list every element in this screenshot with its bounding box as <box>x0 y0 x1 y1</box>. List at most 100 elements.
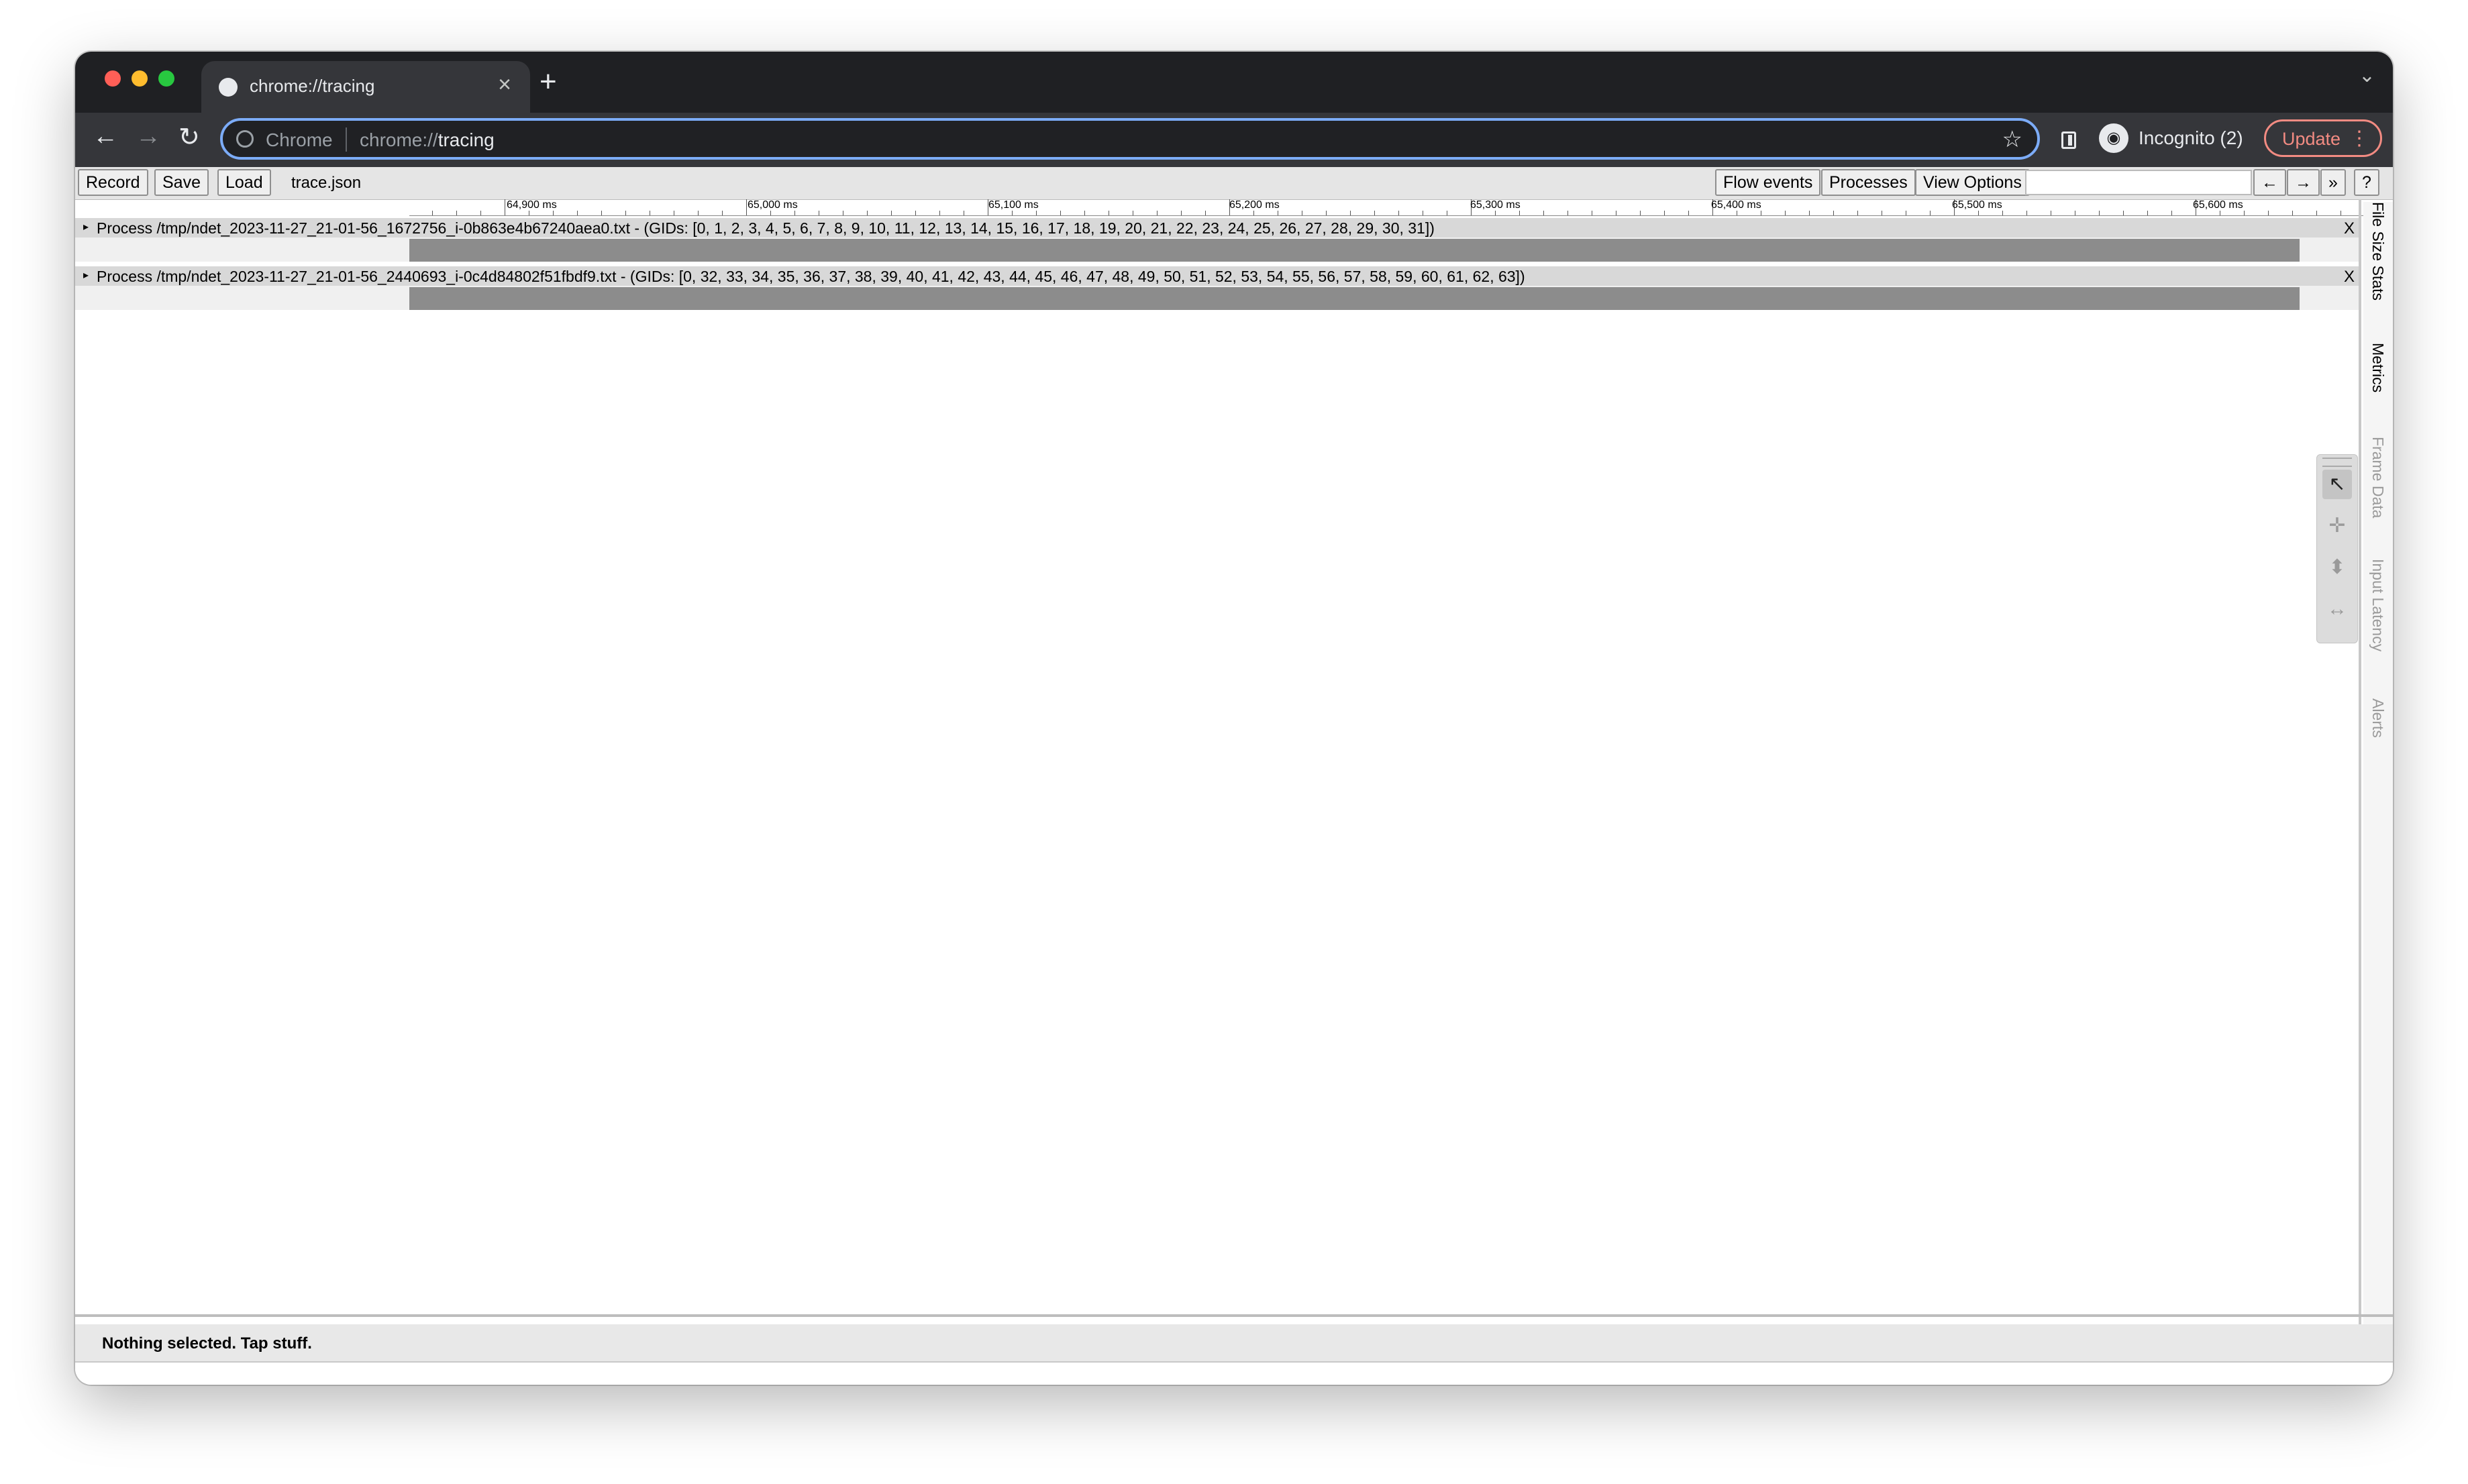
close-process-button[interactable]: X <box>2344 219 2355 238</box>
selection-status: Nothing selected. Tap stuff. <box>102 1334 312 1353</box>
url-text: chrome://tracing <box>360 129 495 151</box>
ruler-minor-tick <box>891 211 892 215</box>
browser-toolbar: ← → ↻ Chrome chrome://tracing ☆ ◉ Incogn… <box>75 113 2393 167</box>
ruler-minor-tick <box>1205 211 1206 215</box>
back-button[interactable]: ← <box>93 122 118 151</box>
ruler-minor-tick <box>456 211 457 215</box>
bookmark-star-icon[interactable]: ☆ <box>2002 126 2022 153</box>
record-button[interactable]: Record <box>78 169 148 196</box>
browser-window: chrome://tracing × + ⌄ ← → ↻ Chrome chro… <box>75 52 2393 1385</box>
ruler-tick-label: 64,900 ms <box>507 199 557 211</box>
expand-button[interactable]: » <box>2320 169 2346 196</box>
ruler-minor-tick <box>1785 211 1786 215</box>
close-window-button[interactable] <box>105 70 121 87</box>
find-next-button[interactable]: → <box>2287 169 2320 196</box>
ruler-minor-tick <box>1157 211 1158 215</box>
ruler-minor-tick <box>1688 211 1689 215</box>
ruler-minor-tick <box>1012 211 1013 215</box>
view-options-button[interactable]: View Options <box>1915 169 2030 196</box>
side-panel-tabs: File Size Stats Metrics Frame Data Input… <box>2363 202 2393 1342</box>
drag-handle[interactable] <box>2322 458 2352 467</box>
analysis-panel: Nothing selected. Tap stuff. <box>75 1324 2393 1363</box>
ruler-major-tick <box>746 199 747 215</box>
tab-close-icon[interactable]: × <box>498 72 511 98</box>
ruler-minor-tick <box>601 211 602 215</box>
globe-icon <box>219 78 238 97</box>
side-panel-divider[interactable] <box>2359 199 2361 1340</box>
update-button[interactable]: Update ⋮ <box>2264 119 2382 157</box>
ruler-minor-tick <box>1567 211 1568 215</box>
url-prefix: chrome:// <box>360 129 438 150</box>
title-bar: chrome://tracing × + ⌄ <box>75 52 2393 113</box>
incognito-icon[interactable]: ◉ <box>2099 123 2128 153</box>
ruler-tick-label: 65,100 ms <box>988 199 1039 211</box>
zoom-tool-icon[interactable]: ⬍ <box>2322 553 2352 582</box>
ruler-minor-tick <box>625 211 626 215</box>
process-label: Process /tmp/ndet_2023-11-27_21-01-56_16… <box>97 219 1435 237</box>
flow-events-button[interactable]: Flow events <box>1715 169 1821 196</box>
ruler-minor-tick <box>794 211 795 215</box>
ruler-minor-tick <box>722 211 723 215</box>
minimize-window-button[interactable] <box>132 70 148 87</box>
ruler-minor-tick <box>1060 211 1061 215</box>
incognito-label[interactable]: Incognito (2) <box>2139 127 2243 149</box>
tab-search-chevron-icon[interactable]: ⌄ <box>2359 64 2375 87</box>
trace-slice[interactable] <box>409 287 2300 310</box>
ruler-minor-tick <box>577 211 578 215</box>
trace-slice[interactable] <box>409 239 2300 262</box>
ruler-minor-tick <box>2244 211 2245 215</box>
ruler-minor-tick <box>1543 211 1544 215</box>
ruler-minor-tick <box>1181 211 1182 215</box>
address-bar[interactable]: Chrome chrome://tracing ☆ <box>220 118 2040 160</box>
tracing-toolbar: Record Save Load trace.json Flow events … <box>75 167 2393 200</box>
tab-title: chrome://tracing <box>250 76 375 96</box>
mouse-mode-selector: ↖ ✛ ⬍ ↔ <box>2316 454 2358 643</box>
tab-alerts[interactable]: Alerts <box>2369 698 2387 738</box>
ruler-minor-tick <box>480 211 481 215</box>
panel-splitter[interactable] <box>75 1314 2393 1317</box>
new-tab-button[interactable]: + <box>539 65 557 99</box>
pan-tool-icon[interactable]: ✛ <box>2322 511 2352 541</box>
ruler-minor-tick <box>2268 211 2269 215</box>
processes-button[interactable]: Processes <box>1821 169 1916 196</box>
ruler-minor-tick <box>770 211 771 215</box>
ruler-minor-tick <box>1326 211 1327 215</box>
ruler-minor-tick <box>2292 211 2293 215</box>
ruler-minor-tick <box>1036 211 1037 215</box>
select-tool-icon[interactable]: ↖ <box>2322 470 2352 499</box>
reload-button[interactable]: ↻ <box>178 122 200 152</box>
ruler-tick-label: 65,200 ms <box>1229 199 1280 211</box>
expand-triangle-icon[interactable]: ▸ <box>83 268 89 282</box>
ruler-minor-tick <box>1374 211 1375 215</box>
ruler-minor-tick <box>867 211 868 215</box>
find-previous-button[interactable]: ← <box>2253 169 2286 196</box>
ruler-minor-tick <box>915 211 916 215</box>
update-label: Update <box>2282 129 2341 149</box>
tab-tracing[interactable]: chrome://tracing × <box>201 61 530 113</box>
omnibox-separator <box>346 127 347 152</box>
ruler-minor-tick <box>2171 211 2172 215</box>
load-button[interactable]: Load <box>217 169 271 196</box>
side-panel-icon[interactable] <box>2061 131 2076 149</box>
expand-triangle-icon[interactable]: ▸ <box>83 220 89 233</box>
ruler-minor-tick <box>1495 211 1496 215</box>
forward-button[interactable]: → <box>136 122 161 151</box>
ruler-minor-tick <box>1519 211 1520 215</box>
ruler-tick-label: 65,400 ms <box>1711 199 1761 211</box>
tab-frame-data[interactable]: Frame Data <box>2369 437 2387 518</box>
process-header-1[interactable]: ▸ Process /tmp/ndet_2023-11-27_21-01-56_… <box>75 218 2359 237</box>
close-process-button[interactable]: X <box>2344 268 2355 286</box>
tab-metrics[interactable]: Metrics <box>2369 343 2387 392</box>
tab-input-latency[interactable]: Input Latency <box>2369 559 2387 651</box>
help-button[interactable]: ? <box>2354 169 2379 196</box>
save-button[interactable]: Save <box>154 169 209 196</box>
url-host: tracing <box>438 129 495 150</box>
zoom-window-button[interactable] <box>158 70 174 87</box>
timing-tool-icon[interactable]: ↔ <box>2322 594 2352 624</box>
tab-file-size-stats[interactable]: File Size Stats <box>2369 202 2387 301</box>
find-input[interactable] <box>2025 170 2252 195</box>
ruler-minor-tick <box>1253 211 1254 215</box>
ruler-tick-label: 65,600 ms <box>2193 199 2243 211</box>
ruler-minor-tick <box>1857 211 1858 215</box>
process-header-2[interactable]: ▸ Process /tmp/ndet_2023-11-27_21-01-56_… <box>75 266 2359 286</box>
